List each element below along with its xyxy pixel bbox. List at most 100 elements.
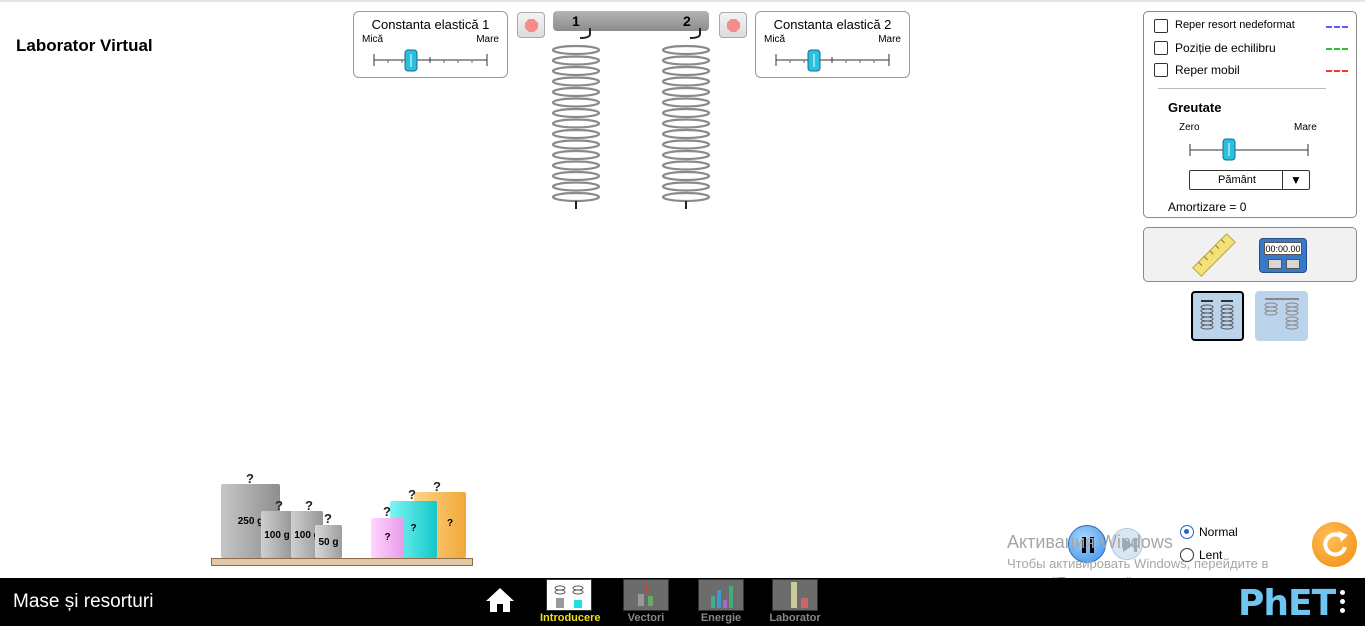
scene-two-springs-button[interactable] — [1191, 291, 1244, 341]
planet-dropdown[interactable]: Pământ ▼ — [1189, 170, 1310, 190]
spring-coil — [661, 181, 711, 192]
spring-2[interactable] — [661, 28, 711, 209]
mass-label: 50 g — [318, 537, 339, 548]
red-dashed-line-icon — [1326, 70, 1348, 72]
spring-constant-1-max-label: Mare — [476, 34, 499, 45]
two-springs-icon — [1200, 300, 1234, 330]
green-dashed-line-icon — [1326, 48, 1348, 50]
mass-label: ? — [446, 518, 454, 529]
spring-2-number: 2 — [683, 13, 691, 29]
nav-screen-vectors[interactable]: Vectori — [617, 579, 675, 624]
spring-coil — [661, 76, 711, 87]
mass-label: ? — [384, 532, 391, 543]
spring-constant-2-max-label: Mare — [878, 34, 901, 45]
spring-coil — [551, 97, 601, 108]
spring-coil — [661, 55, 711, 66]
checkbox-movable-line[interactable]: Reper mobil — [1154, 62, 1350, 80]
spring-coil — [661, 170, 711, 182]
tools-panel: 00:00.00 — [1143, 227, 1357, 282]
nav-label-introduction: Introducere — [540, 612, 601, 624]
checkbox-icon[interactable] — [1154, 19, 1168, 33]
checkbox-natural-length[interactable]: Reper resort nedeformat — [1154, 18, 1350, 36]
mass-hook: ? — [305, 498, 313, 513]
nav-screen-lab[interactable]: Laborator — [766, 579, 824, 624]
spring-coil — [661, 118, 711, 129]
spring-coil — [551, 65, 601, 77]
mass-shelf — [211, 558, 473, 566]
spring-coil — [661, 128, 711, 140]
spring-constant-1-min-label: Mică — [362, 34, 384, 45]
spring-coil — [551, 181, 601, 192]
spring-coil — [551, 139, 601, 150]
nav-screen-introduction[interactable]: Introducere — [540, 579, 601, 624]
top-border — [0, 0, 1365, 2]
reset-icon — [1323, 531, 1348, 557]
scene-series-springs-button[interactable] — [1255, 291, 1308, 341]
checkbox-equilibrium-label: Poziție de echilibru — [1175, 41, 1276, 55]
nav-label-lab: Laborator — [769, 612, 821, 624]
spring-coil — [551, 44, 601, 56]
home-icon[interactable] — [484, 586, 516, 614]
mass-hook: ? — [275, 498, 283, 513]
mass-hook: ? — [324, 511, 332, 526]
ruler-icon[interactable] — [1192, 233, 1236, 277]
lab-screen-thumbnail-icon — [772, 579, 818, 611]
more-options-icon[interactable] — [1340, 590, 1346, 617]
separator — [1158, 88, 1326, 89]
spring-coil — [551, 118, 601, 129]
checkbox-equilibrium[interactable]: Poziție de echilibru — [1154, 40, 1350, 58]
spring-1-number: 1 — [572, 13, 580, 29]
gravity-min-label: Zero — [1179, 122, 1200, 133]
watermark-title: Активация Windows — [1007, 532, 1173, 552]
stopwatch-icon[interactable]: 00:00.00 — [1259, 238, 1307, 273]
mass-50g[interactable]: 50 g — [315, 525, 342, 558]
checkbox-icon[interactable] — [1154, 63, 1168, 77]
chevron-down-icon[interactable]: ▼ — [1282, 171, 1309, 189]
nav-label-vectors: Vectori — [627, 612, 665, 624]
damping-readout: Amortizare = 0 — [1168, 200, 1247, 214]
spring-coil — [551, 76, 601, 87]
spring-constant-2-panel: Constanta elastică 2 Mică Mare — [755, 11, 910, 78]
spring-coil — [551, 128, 601, 140]
spring-1[interactable] — [551, 28, 601, 209]
mass-label: 100 g — [264, 530, 290, 541]
mass-hook: ? — [408, 487, 416, 502]
page-title: Laborator Virtual — [16, 36, 153, 55]
spring-coil — [661, 86, 711, 98]
mass-hook: ? — [246, 471, 254, 486]
spring-coil — [551, 107, 601, 119]
gravity-title: Greutate — [1168, 100, 1222, 115]
spring-constant-1-slider[interactable] — [354, 48, 509, 78]
spring-coil — [551, 191, 601, 203]
nav-screen-energy[interactable]: Energie — [692, 579, 750, 624]
spring-coil — [551, 86, 601, 98]
spring-constant-1-panel: Constanta elastică 1 Mică Mare — [353, 11, 508, 78]
spring-constant-2-min-label: Mică — [764, 34, 786, 45]
springs-area — [551, 28, 711, 209]
spring-coil — [551, 170, 601, 182]
planet-value: Pământ — [1218, 174, 1256, 186]
control-panel: Reper resort nedeformat Poziție de echil… — [1143, 11, 1357, 218]
spring-coil — [661, 44, 711, 56]
mass-unknown-pink[interactable]: ? — [371, 518, 404, 558]
vectors-screen-thumbnail-icon — [623, 579, 669, 611]
spring-coil — [661, 191, 711, 203]
spring-coil — [551, 149, 601, 161]
spring-coil — [661, 107, 711, 119]
checkbox-natural-length-label: Reper resort nedeformat — [1175, 19, 1295, 31]
sim-title: Mase și resorturi — [13, 591, 154, 612]
navigation-bar: Mase și resorturi Introducere Vectori En… — [0, 578, 1365, 626]
series-springs-icon — [1264, 298, 1299, 330]
mass-hook: ? — [433, 479, 441, 494]
checkbox-icon[interactable] — [1154, 41, 1168, 55]
checkbox-movable-line-label: Reper mobil — [1175, 63, 1240, 77]
phet-logo[interactable]: PhET — [1238, 583, 1336, 624]
spring-coil — [661, 139, 711, 150]
nav-label-energy: Energie — [700, 612, 742, 624]
spring-constant-2-slider[interactable] — [756, 48, 911, 78]
reset-all-button[interactable] — [1312, 522, 1357, 567]
watermark-line-2: Чтобы активировать Windows, перейдите в — [1007, 556, 1269, 571]
mass-100g-1[interactable]: 100 g — [261, 511, 293, 558]
spring-constant-1-title: Constanta elastică 1 — [371, 17, 490, 32]
gravity-slider[interactable] — [1188, 136, 1312, 164]
